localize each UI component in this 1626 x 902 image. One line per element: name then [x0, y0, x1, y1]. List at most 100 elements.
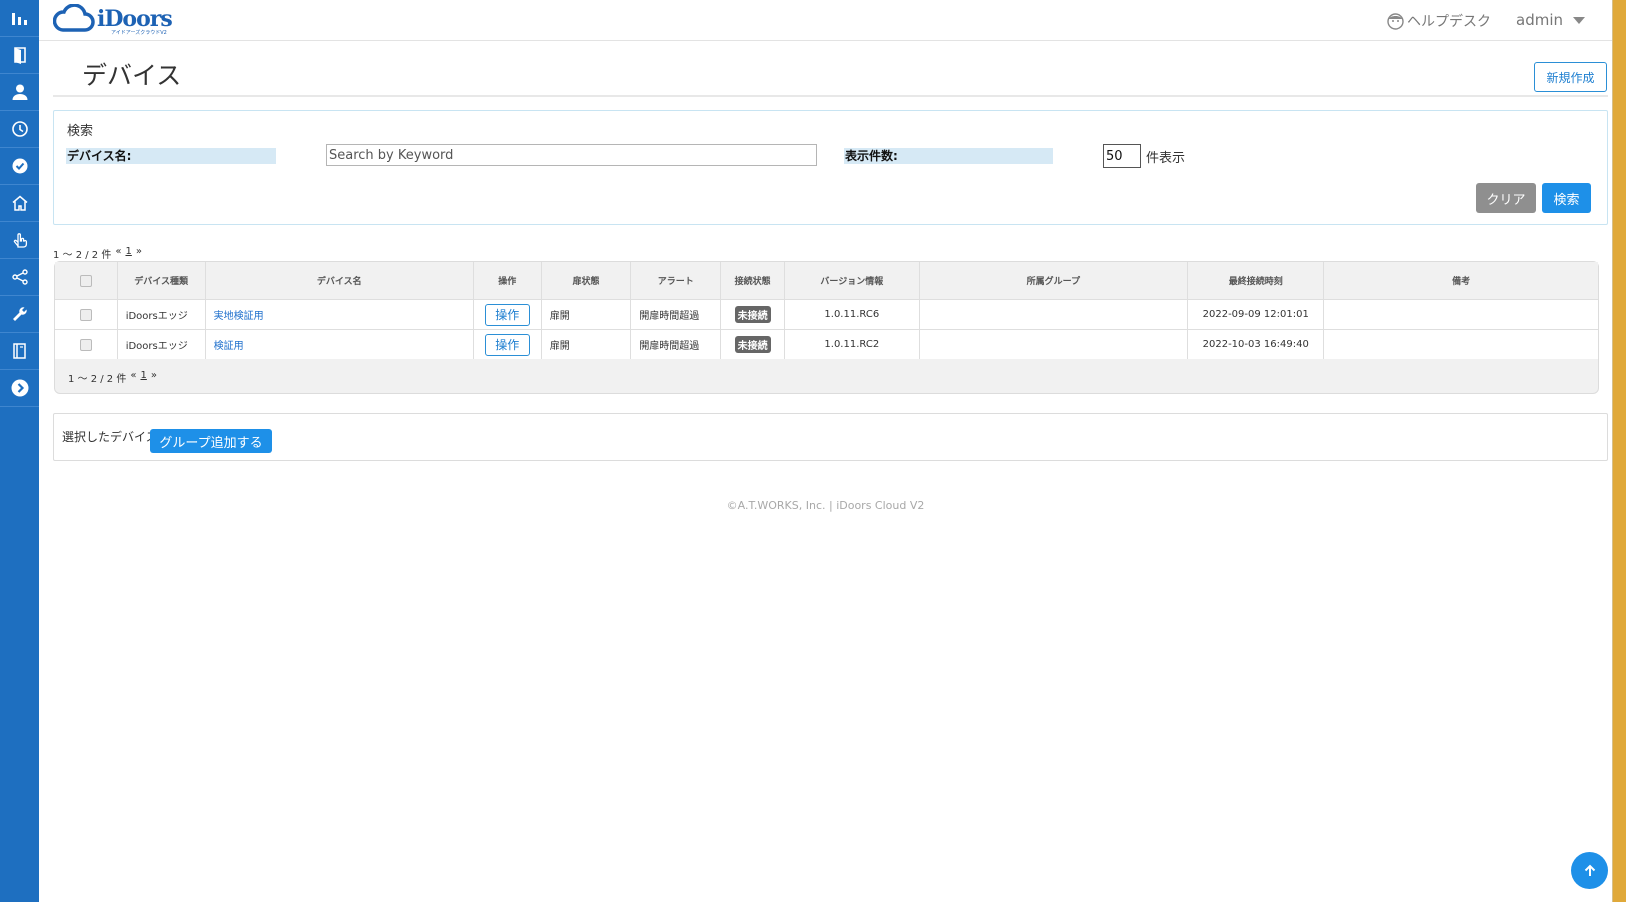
- pager-page-link[interactable]: 1: [140, 370, 146, 385]
- scroll-to-top-button[interactable]: [1571, 852, 1608, 889]
- door-status-cell: 扉開: [541, 299, 632, 330]
- table-row: iDoorsエッジ 実地検証用 操作 扉開 開扉時間超過 未接続 1.0.11.…: [55, 299, 1598, 330]
- row-select-cell: [55, 329, 118, 359]
- page-title: デバイス: [82, 61, 182, 90]
- col-device-name[interactable]: デバイス名: [205, 262, 474, 300]
- row-select-cell: [55, 299, 118, 330]
- col-connection-status[interactable]: 接続状態: [720, 262, 786, 300]
- title-divider: [53, 95, 1608, 97]
- group-cell: [919, 299, 1189, 330]
- last-connection-cell: 2022-10-03 16:49:40: [1187, 329, 1325, 359]
- door-status-cell: 扉開: [541, 329, 632, 359]
- home-icon: [12, 195, 27, 211]
- device-name-link[interactable]: 検証用: [214, 341, 244, 352]
- operation-cell: 操作: [473, 299, 542, 330]
- hand-pointer-icon: [13, 233, 27, 248]
- keyword-search-input[interactable]: [326, 144, 817, 166]
- arrow-up-icon: [1584, 864, 1595, 876]
- clear-button[interactable]: クリア: [1476, 183, 1536, 213]
- device-name-cell: 実地検証用: [205, 299, 474, 330]
- row-checkbox[interactable]: [79, 338, 92, 351]
- sidebar-item-doors[interactable]: [0, 37, 39, 74]
- display-count-input[interactable]: [1103, 144, 1141, 168]
- chevron-right-circle-icon: [11, 379, 28, 397]
- sidebar: [0, 0, 39, 902]
- pager-page-link[interactable]: 1: [125, 246, 131, 261]
- col-door-status[interactable]: 扉状態: [541, 262, 632, 300]
- door-icon: [13, 47, 26, 64]
- wrench-icon: [12, 307, 27, 321]
- pager-next[interactable]: »: [151, 370, 157, 385]
- col-last-connection[interactable]: 最終接続時刻: [1187, 262, 1325, 300]
- select-all-checkbox[interactable]: [79, 274, 92, 287]
- sidebar-item-manual[interactable]: [0, 333, 39, 370]
- pager-top: 1 〜 2 / 2 件 « 1 »: [53, 246, 142, 261]
- display-count-suffix: 件表示: [1146, 151, 1186, 166]
- device-type-cell: iDoorsエッジ: [117, 329, 206, 359]
- bar-chart-icon: [11, 13, 27, 25]
- operate-button[interactable]: 操作: [484, 303, 530, 326]
- clock-icon: [11, 121, 28, 137]
- helpdesk-link[interactable]: ヘルプデスク: [1387, 11, 1491, 31]
- alert-cell: 開扉時間超過: [630, 329, 722, 359]
- last-connection-cell: 2022-09-09 12:01:01: [1187, 299, 1325, 330]
- search-button[interactable]: 検索: [1542, 183, 1591, 213]
- sidebar-item-users[interactable]: [0, 74, 39, 111]
- connection-cell: 未接続: [720, 329, 786, 359]
- new-device-button[interactable]: 新規作成: [1534, 62, 1607, 92]
- cloud-logo-icon: [53, 4, 95, 32]
- device-table-panel: デバイス種類 デバイス名 操作 扉状態 アラート 接続状態 バージョン情報 所属…: [54, 261, 1599, 394]
- alert-cell: 開扉時間超過: [630, 299, 722, 330]
- device-name-label: デバイス名:: [66, 148, 276, 164]
- group-cell: [919, 329, 1189, 359]
- col-device-type[interactable]: デバイス種類: [117, 262, 206, 300]
- note-cell: [1323, 299, 1598, 330]
- bulk-action-panel: 選択したデバイスへ グループ追加する: [53, 413, 1608, 461]
- sidebar-item-settings[interactable]: [0, 296, 39, 333]
- user-menu[interactable]: admin: [1516, 11, 1585, 29]
- add-to-group-button[interactable]: グループ追加する: [150, 429, 272, 453]
- col-group[interactable]: 所属グループ: [919, 262, 1189, 300]
- col-alert[interactable]: アラート: [630, 262, 722, 300]
- helpdesk-label: ヘルプデスク: [1407, 14, 1491, 30]
- device-type-cell: iDoorsエッジ: [117, 299, 206, 330]
- sidebar-item-approval[interactable]: [0, 148, 39, 185]
- status-badge: 未接続: [734, 306, 771, 323]
- pager-next[interactable]: »: [136, 246, 142, 261]
- helpdesk-face-icon: [1387, 12, 1404, 30]
- note-cell: [1323, 329, 1598, 359]
- display-count-label: 表示件数:: [844, 148, 1053, 164]
- pager-summary: 1 〜 2 / 2 件: [53, 250, 112, 261]
- pager-summary: 1 〜 2 / 2 件: [68, 374, 127, 385]
- sidebar-item-operation[interactable]: [0, 222, 39, 259]
- operate-button[interactable]: 操作: [484, 333, 530, 356]
- sidebar-item-share[interactable]: [0, 259, 39, 296]
- col-version[interactable]: バージョン情報: [784, 262, 920, 300]
- app-window: iDoors アイドアーズクラウドV2 ヘルプデスク admin デバイス 新規…: [0, 0, 1613, 902]
- sidebar-expand-toggle[interactable]: [0, 370, 39, 407]
- row-checkbox[interactable]: [79, 308, 92, 321]
- brand-tagline: アイドアーズクラウドV2: [111, 30, 167, 36]
- col-operation: 操作: [473, 262, 542, 300]
- sidebar-item-home[interactable]: [0, 185, 39, 222]
- pager-prev[interactable]: «: [130, 370, 136, 385]
- user-name: admin: [1516, 11, 1563, 29]
- user-icon: [12, 84, 27, 100]
- version-cell: 1.0.11.RC6: [784, 299, 920, 330]
- brand-logo[interactable]: iDoors アイドアーズクラウドV2: [53, 4, 173, 36]
- sidebar-item-history[interactable]: [0, 111, 39, 148]
- select-all-header: [55, 262, 118, 300]
- connection-cell: 未接続: [720, 299, 786, 330]
- check-circle-icon: [12, 158, 27, 174]
- sidebar-item-dashboard[interactable]: [0, 0, 39, 37]
- pager-bottom: 1 〜 2 / 2 件 « 1 »: [68, 370, 157, 385]
- footer-copyright: ©A.T.WORKS, Inc. | iDoors Cloud V2: [726, 499, 925, 512]
- book-icon: [12, 343, 26, 359]
- version-cell: 1.0.11.RC2: [784, 329, 920, 359]
- table-header-row: デバイス種類 デバイス名 操作 扉状態 アラート 接続状態 バージョン情報 所属…: [55, 262, 1598, 300]
- share-icon: [11, 269, 28, 285]
- device-name-link[interactable]: 実地検証用: [214, 311, 264, 322]
- pager-prev[interactable]: «: [115, 246, 121, 261]
- device-table: デバイス種類 デバイス名 操作 扉状態 アラート 接続状態 バージョン情報 所属…: [55, 262, 1598, 359]
- device-name-cell: 検証用: [205, 329, 474, 359]
